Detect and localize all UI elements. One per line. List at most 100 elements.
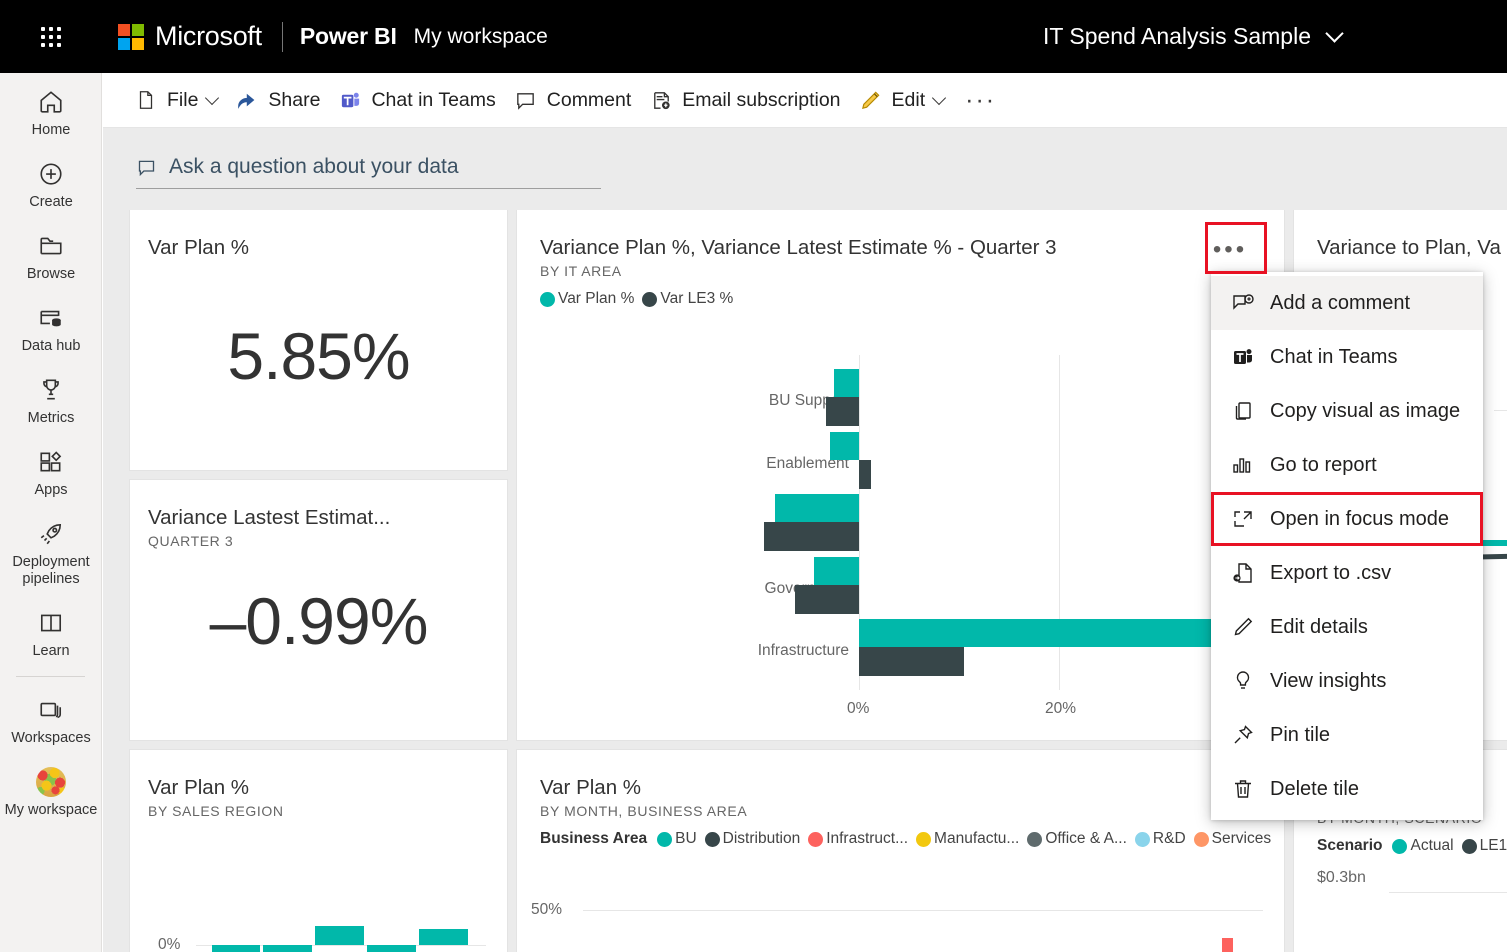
menu-item-delete-tile[interactable]: Delete tile	[1211, 762, 1483, 816]
legend-item-services[interactable]: Services	[1193, 830, 1272, 848]
menu-item-add-a-comment[interactable]: Add a comment	[1211, 276, 1483, 330]
sidebar-item-create[interactable]: Create	[0, 145, 101, 217]
legend-item-rd[interactable]: R&D	[1134, 830, 1186, 848]
bar-functional-var-plan[interactable]	[775, 494, 859, 522]
y-cat-label: Infrastructure	[757, 642, 849, 659]
tile-var-plan-by-sales-region[interactable]: Var Plan % BY SALES REGION 0% -20% ...d.…	[130, 750, 507, 952]
comment-button[interactable]: Comment	[505, 80, 641, 120]
legend-dot-icon	[642, 291, 658, 307]
menu-item-copy-visual-as-image[interactable]: Copy visual as image	[1211, 384, 1483, 438]
menu-item-view-insights[interactable]: View insights	[1211, 654, 1483, 708]
legend-label: Infrastruct...	[826, 830, 909, 847]
file-button[interactable]: File	[125, 80, 226, 120]
legend-item-actual[interactable]: Actual	[1392, 837, 1454, 855]
legend-item-manufacturing[interactable]: Manufactu...	[916, 830, 1019, 848]
email-subscription-button[interactable]: Email subscription	[640, 80, 849, 120]
bar-region-3[interactable]	[315, 926, 364, 945]
breadcrumb-workspace[interactable]: My workspace	[414, 25, 548, 49]
comment-label: Comment	[546, 88, 632, 111]
legend-label: Manufactu...	[934, 830, 1020, 847]
sidebar-item-home[interactable]: Home	[0, 73, 101, 145]
sidebar-item-label: Workspaces	[11, 730, 91, 746]
legend-dot-icon	[1461, 838, 1477, 854]
bar-functional-var-le3[interactable]	[764, 522, 859, 551]
tile-variance-by-it-area[interactable]: Variance Plan %, Variance Latest Estimat…	[517, 210, 1284, 740]
edit-button[interactable]: Edit	[850, 80, 954, 120]
menu-item-open-in-focus-mode[interactable]: Open in focus mode	[1211, 492, 1483, 546]
sidebar-item-my-workspace[interactable]: My workspace	[0, 753, 101, 825]
tile-kpi-variance-latest-estimate[interactable]: Variance Lastest Estimat... QUARTER 3 –0…	[130, 480, 507, 740]
menu-item-chat-in-teams[interactable]: Chat in Teams	[1211, 330, 1483, 384]
sidebar-item-label: Data hub	[21, 338, 81, 354]
y-tick-0: 0%	[158, 936, 181, 952]
bar-month-d[interactable]	[1222, 938, 1233, 952]
legend-item-le1[interactable]: LE1	[1461, 837, 1507, 855]
file-icon	[134, 88, 158, 112]
legend-item-var-le3[interactable]: Var LE3 %	[642, 290, 733, 308]
bar-governance-var-plan[interactable]	[814, 557, 859, 585]
chat-in-teams-button[interactable]: Chat in Teams	[329, 80, 504, 120]
chevron-down-icon	[1325, 24, 1344, 43]
menu-item-go-to-report[interactable]: Go to report	[1211, 438, 1483, 492]
bar-region-4[interactable]	[367, 945, 416, 952]
sidebar-item-browse[interactable]: Browse	[0, 217, 101, 289]
tile-subtitle: BY IT AREA	[540, 263, 622, 279]
legend-item-var-plan[interactable]: Var Plan %	[540, 290, 634, 308]
menu-item-edit-details[interactable]: Edit details	[1211, 600, 1483, 654]
legend-label: Services	[1211, 830, 1272, 847]
legend-item-office[interactable]: Office & A...	[1027, 830, 1127, 848]
legend-label: Office & A...	[1045, 830, 1127, 847]
bar-region-1[interactable]	[212, 945, 260, 952]
legend-item-bu[interactable]: BU	[657, 830, 697, 848]
tile-subtitle: QUARTER 3	[148, 533, 234, 549]
more-commands-button[interactable]: ···	[953, 86, 1008, 115]
sidebar-item-label: My workspace	[4, 802, 98, 818]
pencil-icon	[859, 88, 883, 112]
sidebar-item-deployment-pipelines[interactable]: Deployment pipelines	[0, 505, 101, 594]
sidebar-item-workspaces[interactable]: Workspaces	[0, 681, 101, 753]
report-name-selector[interactable]: IT Spend Analysis Sample	[1042, 0, 1344, 73]
legend-title: Business Area	[540, 830, 648, 847]
waffle-menu-icon[interactable]	[41, 26, 61, 47]
month-business-area-plot: 50%	[517, 880, 1284, 952]
bar-region-2[interactable]	[263, 945, 312, 952]
tile-var-plan-by-month-business-area[interactable]: Var Plan % BY MONTH, BUSINESS AREA Busin…	[517, 750, 1284, 952]
sidebar-item-apps[interactable]: Apps	[0, 433, 101, 505]
legend-label: BU	[675, 830, 697, 847]
legend-label: LE1	[1479, 837, 1507, 854]
menu-item-export-to-csv[interactable]: Export to .csv	[1211, 546, 1483, 600]
chart-legend: Var Plan % Var LE3 %	[540, 290, 1284, 308]
y-cat-label: BU Support	[768, 392, 849, 409]
bar-enablement-var-plan[interactable]	[830, 432, 859, 460]
tile-more-options-button[interactable]: •••	[1199, 224, 1261, 276]
sidebar-item-data-hub[interactable]: Data hub	[0, 289, 101, 361]
sidebar-item-label: Deployment pipelines	[12, 554, 90, 587]
database-icon	[36, 303, 66, 333]
menu-item-label: Chat in Teams	[1270, 345, 1398, 368]
legend-item-distribution[interactable]: Distribution	[704, 830, 800, 848]
tile-title: Var Plan %	[148, 776, 250, 799]
bar-bu-support-var-le3[interactable]	[826, 397, 859, 426]
bar-bu-support-var-plan[interactable]	[834, 369, 859, 397]
report-name-label: IT Spend Analysis Sample	[1042, 23, 1311, 49]
qna-search-input[interactable]: Ask a question about your data	[136, 146, 601, 189]
bar-region-5[interactable]	[419, 929, 468, 945]
home-icon	[36, 87, 66, 117]
sidebar-item-learn[interactable]: Learn	[0, 594, 101, 666]
bar-governance-var-le3[interactable]	[795, 585, 859, 614]
menu-item-pin-tile[interactable]: Pin tile	[1211, 708, 1483, 762]
teams-icon	[1230, 344, 1256, 370]
tile-kpi-var-plan[interactable]: Var Plan % 5.85%	[130, 210, 507, 470]
bar-enablement-var-le3[interactable]	[859, 460, 871, 489]
y-axis-tick: $0.3bn	[1317, 869, 1366, 886]
legend-item-infrastructure[interactable]: Infrastruct...	[808, 830, 908, 848]
power-bi-label[interactable]: Power BI	[300, 23, 397, 50]
share-button[interactable]: Share	[226, 80, 329, 120]
gridline	[1389, 892, 1507, 893]
sidebar-item-metrics[interactable]: Metrics	[0, 361, 101, 433]
pin-icon	[1230, 722, 1256, 748]
sidebar-item-label: Learn	[32, 643, 70, 659]
menu-item-label: Open in focus mode	[1270, 507, 1449, 530]
share-label: Share	[268, 88, 321, 111]
bar-infrastructure-var-le3[interactable]	[859, 647, 964, 676]
